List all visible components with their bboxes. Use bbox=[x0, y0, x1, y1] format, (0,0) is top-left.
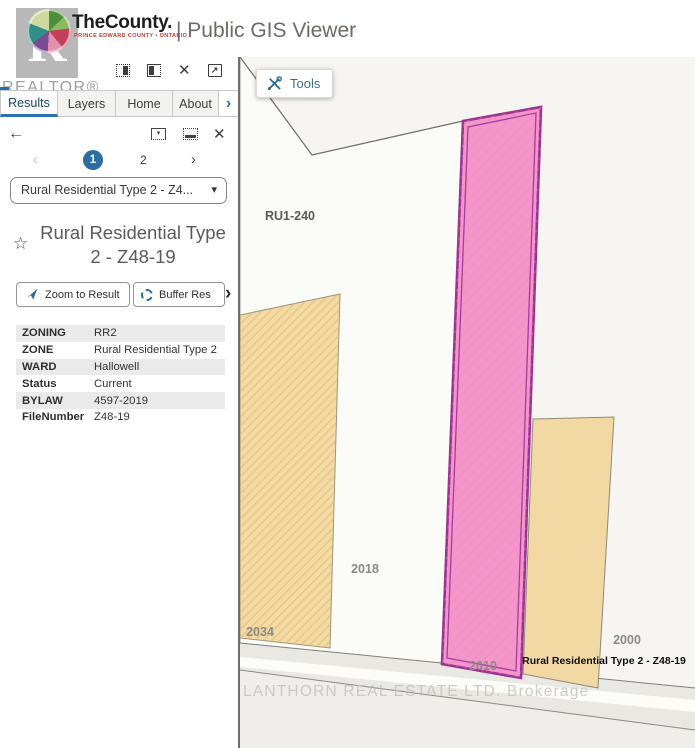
favorite-star-icon[interactable]: ☆ bbox=[13, 234, 28, 254]
tools-button[interactable]: Tools bbox=[256, 69, 333, 98]
listing-watermark: LANTHORN REAL ESTATE LTD. Brokerage bbox=[243, 683, 589, 700]
zoom-to-result-icon bbox=[26, 288, 39, 301]
pagination-page-1[interactable]: 1 bbox=[83, 150, 103, 170]
table-row: BYLAW 4597-2019 bbox=[16, 392, 225, 409]
map-label-2018: 2018 bbox=[351, 562, 379, 576]
attr-value: Hallowell bbox=[94, 361, 225, 373]
brand-tagline: PRINCE EDWARD COUNTY • ONTARIO bbox=[74, 33, 187, 39]
dock-fill bbox=[123, 66, 128, 75]
close-panel-icon[interactable]: ✕ bbox=[178, 63, 191, 78]
map-canvas[interactable]: RU1-240 2018 2034 2010 2000 Rural Reside… bbox=[240, 57, 695, 748]
open-new-window-icon[interactable]: ↗ bbox=[208, 64, 222, 77]
result-select-value: Rural Residential Type 2 - Z4... bbox=[21, 178, 193, 203]
table-row: Status Current bbox=[16, 375, 225, 392]
gis-viewer-app: R REALTOR® TheCounty. PRINCE EDWARD COUN… bbox=[0, 0, 695, 748]
parcel-zone-tan[interactable] bbox=[523, 417, 614, 688]
table-row: WARD Hallowell bbox=[16, 359, 225, 376]
tools-button-label: Tools bbox=[290, 76, 320, 91]
map-label-2034: 2034 bbox=[246, 625, 274, 639]
tabs-overflow-chevron-icon[interactable]: › bbox=[219, 90, 239, 117]
attr-label: ZONE bbox=[22, 344, 94, 356]
pagination-next-icon[interactable]: › bbox=[191, 151, 196, 168]
tab-about[interactable]: About bbox=[173, 90, 219, 117]
dock-fill bbox=[149, 66, 154, 75]
brand-title: TheCounty. bbox=[72, 12, 172, 34]
attr-value: Z48-19 bbox=[94, 411, 225, 423]
panel-window-controls: ✕ ↗ bbox=[116, 60, 222, 80]
chevron-down-icon: ▾ bbox=[211, 178, 217, 203]
attr-label: Status bbox=[22, 378, 94, 390]
panel-tabs: Results Layers Home About › bbox=[0, 90, 239, 117]
zoom-to-result-label: Zoom to Result bbox=[45, 289, 120, 301]
map-svg: RU1-240 2018 2034 2010 2000 Rural Reside… bbox=[240, 57, 695, 748]
attr-value: Current bbox=[94, 378, 225, 390]
parcel-2034-hatch bbox=[240, 294, 340, 648]
back-arrow-icon[interactable]: ← bbox=[8, 125, 24, 143]
table-row: ZONE Rural Residential Type 2 bbox=[16, 342, 225, 359]
attr-label: ZONING bbox=[22, 327, 94, 339]
map-label-ru1-240: RU1-240 bbox=[265, 209, 315, 223]
attr-label: WARD bbox=[22, 361, 94, 373]
expand-results-icon[interactable] bbox=[183, 128, 198, 140]
tab-home[interactable]: Home bbox=[116, 90, 173, 117]
buffer-circle-icon bbox=[141, 289, 153, 301]
attr-value: RR2 bbox=[94, 327, 225, 339]
result-title: Rural Residential Type 2 - Z48-19 bbox=[34, 221, 232, 270]
dock-panel-right-icon[interactable] bbox=[147, 64, 161, 77]
map-label-selected-zone: Rural Residential Type 2 - Z48-19 bbox=[522, 655, 686, 667]
table-row: ZONING RR2 bbox=[16, 325, 225, 342]
pagination-page-2[interactable]: 2 bbox=[140, 153, 147, 167]
table-row: FileNumber Z48-19 bbox=[16, 409, 225, 426]
buffer-results-button[interactable]: Buffer Res bbox=[133, 282, 225, 307]
tab-layers[interactable]: Layers bbox=[58, 90, 116, 117]
more-actions-chevron-icon[interactable]: › bbox=[225, 283, 231, 305]
county-logo-icon bbox=[27, 9, 71, 53]
attr-label: FileNumber bbox=[22, 411, 94, 423]
pagination-prev-icon[interactable]: ‹ bbox=[33, 151, 38, 168]
map-label-2010: 2010 bbox=[469, 659, 497, 673]
dock-fill bbox=[185, 135, 196, 138]
collapse-results-icon[interactable]: ▾ bbox=[151, 128, 166, 140]
zoom-to-result-button[interactable]: Zoom to Result bbox=[16, 282, 130, 307]
attribute-table: ZONING RR2 ZONE Rural Residential Type 2… bbox=[16, 325, 225, 426]
dock-panel-left-icon[interactable] bbox=[116, 64, 130, 77]
tools-wrench-icon bbox=[266, 75, 283, 92]
map-label-2000: 2000 bbox=[613, 633, 641, 647]
buffer-results-label: Buffer Res bbox=[159, 289, 211, 301]
close-results-icon[interactable]: ✕ bbox=[213, 125, 226, 143]
attr-value: 4597-2019 bbox=[94, 395, 225, 407]
result-select-dropdown[interactable]: Rural Residential Type 2 - Z4... ▾ bbox=[10, 177, 227, 204]
attr-label: BYLAW bbox=[22, 395, 94, 407]
page-title: | Public GIS Viewer bbox=[176, 19, 356, 43]
tab-results[interactable]: Results bbox=[0, 90, 58, 117]
attr-value: Rural Residential Type 2 bbox=[94, 344, 225, 356]
